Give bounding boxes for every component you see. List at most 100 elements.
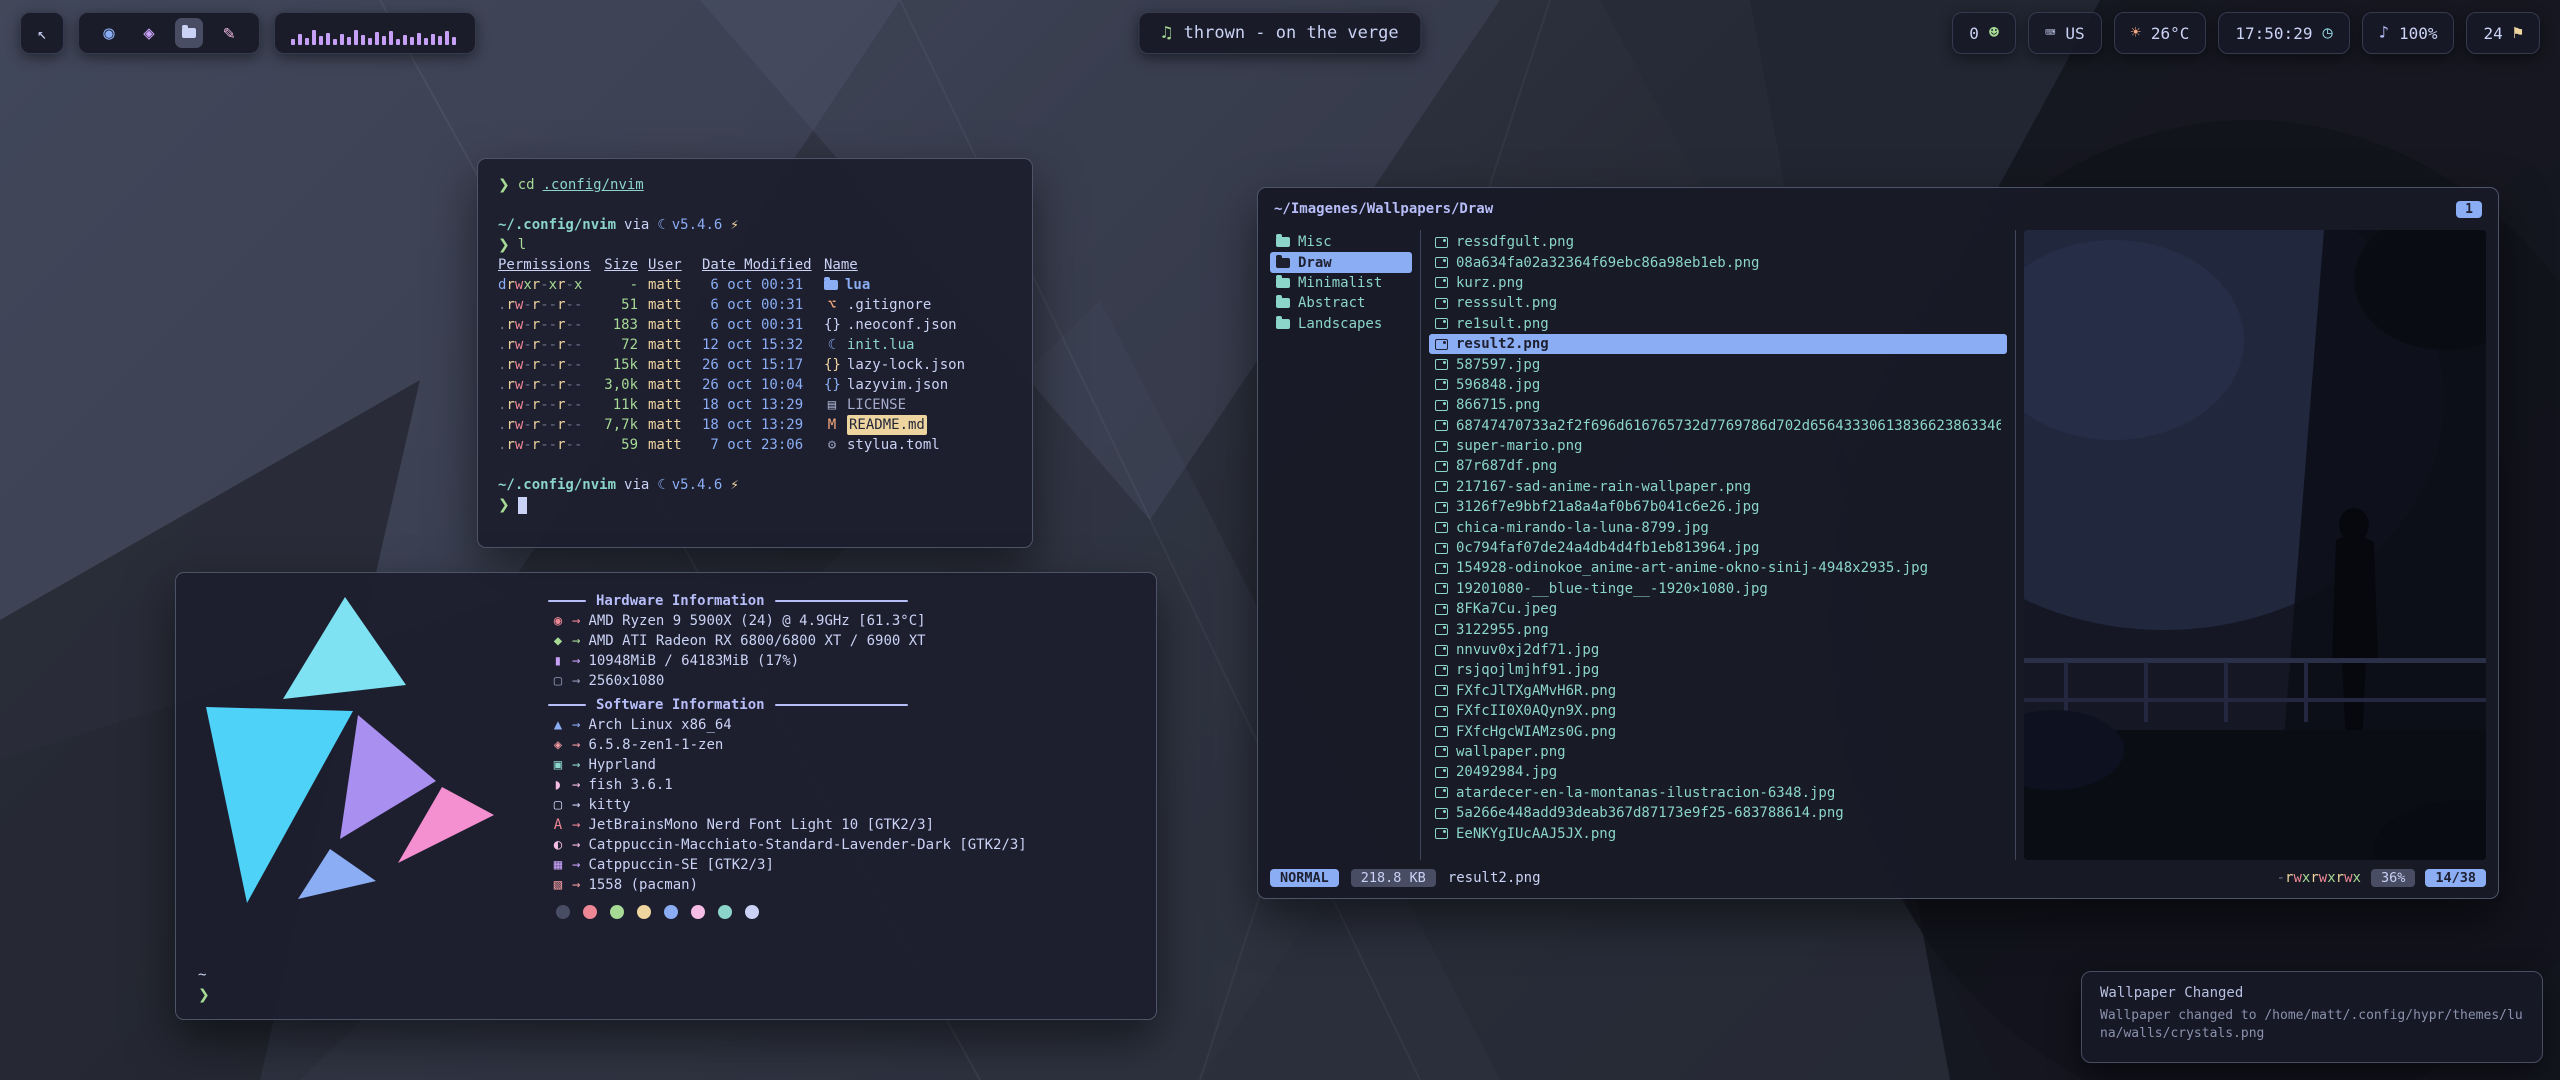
file-item[interactable]: 5a266e448add93deab367d87173e9f25-6837886…: [1429, 803, 2007, 823]
volume-icon: ♪: [2379, 23, 2389, 43]
app-icon[interactable]: ◈: [135, 18, 163, 48]
fetch-line-icon: ▣: [548, 757, 568, 773]
file-item[interactable]: resssult.png: [1429, 293, 2007, 313]
image-file-icon: [1435, 645, 1448, 656]
image-file-icon: [1435, 522, 1448, 533]
filetype-icon: {}: [824, 375, 840, 395]
file-item[interactable]: ressdfgult.png: [1429, 232, 2007, 252]
file-item[interactable]: chica-mirando-la-luna-8799.jpg: [1429, 517, 2007, 537]
updates-widget[interactable]: 0☻: [1952, 12, 2016, 54]
notifications-icon: ⚑: [2513, 23, 2523, 43]
fetch-line: ▲ → Arch Linux x86_64: [548, 715, 1134, 735]
file-item[interactable]: 596848.jpg: [1429, 375, 2007, 395]
media-player-widget[interactable]: ♫ thrown - on the verge: [1138, 12, 1421, 54]
fetch-line: A → JetBrainsMono Nerd Font Light 10 [GT…: [548, 815, 1134, 835]
listing-row: .rw-r--r-- 15k matt 26 oct 15:17 {}lazy-…: [498, 355, 1012, 375]
sidebar-folder-abstract[interactable]: Abstract: [1270, 293, 1412, 313]
image-file-icon: [1435, 502, 1448, 513]
sidebar-folder-minimalist[interactable]: Minimalist: [1270, 273, 1412, 293]
file-item[interactable]: result2.png: [1429, 334, 2007, 354]
file-item[interactable]: 20492984.jpg: [1429, 762, 2007, 782]
image-file-icon: [1435, 359, 1448, 370]
file-item[interactable]: 8FKa7Cu.jpeg: [1429, 599, 2007, 619]
software-section-title: Software Information: [548, 695, 908, 715]
clock-icon: ◷: [2322, 23, 2332, 43]
file-item[interactable]: kurz.png: [1429, 273, 2007, 293]
file-item[interactable]: super-mario.png: [1429, 436, 2007, 456]
notification-toast[interactable]: Wallpaper Changed Wallpaper changed to /…: [2081, 971, 2543, 1063]
file-item[interactable]: 3126f7e9bbf21a8a4af0b67b041c6e26.jpg: [1429, 497, 2007, 517]
file-item[interactable]: 866715.png: [1429, 395, 2007, 415]
launcher-button[interactable]: ↖: [20, 12, 64, 54]
image-file-icon: [1435, 543, 1448, 554]
list-command: l: [518, 235, 526, 255]
music-icon: ♫: [1161, 23, 1171, 43]
file-item[interactable]: 19201080-__blue-tinge__-1920×1080.jpg: [1429, 579, 2007, 599]
fetch-line-icon: A: [548, 817, 568, 833]
command-arg: .config/nvim: [543, 175, 644, 195]
starship-path: ~/.config/nvim: [498, 215, 616, 235]
lua-icon: ☾: [657, 475, 665, 495]
image-file-icon: [1435, 481, 1448, 492]
notifications-widget[interactable]: 24⚑: [2466, 12, 2540, 54]
file-manager-window[interactable]: ~/Imagenes/Wallpapers/Draw 1 Misc Draw M…: [1257, 187, 2499, 899]
file-item[interactable]: 3122955.png: [1429, 619, 2007, 639]
fetch-line: ▢ → kitty: [548, 795, 1134, 815]
file-item[interactable]: FXfcHgcWIAMzs0G.png: [1429, 721, 2007, 741]
sidebar-folder-landscapes[interactable]: Landscapes: [1270, 314, 1412, 334]
clock-widget[interactable]: 17:50:29◷: [2218, 12, 2349, 54]
starship-path: ~/.config/nvim: [498, 475, 616, 495]
sidebar-folder-draw[interactable]: Draw: [1270, 252, 1412, 272]
image-file-icon: [1435, 277, 1448, 288]
fetch-line: ◈ → 6.5.8-zen1-1-zen: [548, 735, 1134, 755]
file-item[interactable]: atardecer-en-la-montanas-ilustracion-634…: [1429, 783, 2007, 803]
palette-dot: [745, 905, 759, 919]
fetch-prompt-char: ❯: [198, 985, 210, 1005]
file-item[interactable]: 587597.jpg: [1429, 354, 2007, 374]
file-item[interactable]: re1sult.png: [1429, 314, 2007, 334]
fetch-window[interactable]: Hardware Information ◉ → AMD Ryzen 9 590…: [175, 572, 1157, 1020]
temperature-label: 26°C: [2151, 24, 2190, 43]
folder-sidebar: Misc Draw Minimalist Abstract Landscapes: [1270, 230, 1412, 860]
volume-widget[interactable]: ♪100%: [2362, 12, 2455, 54]
tab-badge[interactable]: 1: [2456, 201, 2482, 218]
file-item[interactable]: 68747470733a2f2f696d616765732d7769786d70…: [1429, 416, 2007, 436]
sidebar-folder-misc[interactable]: Misc: [1270, 232, 1412, 252]
file-item[interactable]: 0c794faf07de24a4db4d4fb1eb813964.jpg: [1429, 538, 2007, 558]
image-file-icon: [1435, 808, 1448, 819]
zap-icon: ⚡: [730, 475, 738, 495]
file-size-badge: 218.8 KB: [1351, 869, 1436, 887]
filetype-icon: M: [824, 415, 840, 435]
lua-version: v5.4.6: [672, 215, 723, 235]
files-icon[interactable]: [175, 18, 203, 48]
file-item[interactable]: rsjqojlmjhf91.jpg: [1429, 660, 2007, 680]
file-item[interactable]: FXfcII0X0AQyn9X.png: [1429, 701, 2007, 721]
file-item[interactable]: 08a634fa02a32364f69ebc86a98eb1eb.png: [1429, 252, 2007, 272]
filetype-icon: {}: [824, 315, 840, 335]
image-file-icon: [1435, 298, 1448, 309]
keyboard-layout-icon: ⌨: [2045, 23, 2055, 43]
terminal-cursor: [518, 497, 527, 514]
updates-label: 0: [1969, 24, 1979, 43]
filetype-icon: ⌥: [824, 295, 840, 315]
file-item[interactable]: 154928-odinokoe_anime-art-anime-okno-sin…: [1429, 558, 2007, 578]
terminal-window[interactable]: ❯cd.config/nvim ~/.config/nvimvia☾v5.4.6…: [477, 158, 1033, 548]
keyboard-layout-widget[interactable]: ⌨US: [2028, 12, 2102, 54]
file-item[interactable]: 87r687df.png: [1429, 456, 2007, 476]
image-file-icon: [1435, 441, 1448, 452]
image-preview: [2024, 230, 2486, 860]
image-file-icon: [1435, 461, 1448, 472]
image-file-icon: [1435, 706, 1448, 717]
file-list: ressdfgult.png 08a634fa02a32364f69ebc86a…: [1429, 230, 2007, 860]
file-item[interactable]: EeNKYgIUcAAJ5JX.png: [1429, 823, 2007, 843]
zap-icon: ⚡: [730, 215, 738, 235]
brush-icon[interactable]: ✎: [215, 18, 243, 48]
file-item[interactable]: 217167-sad-anime-rain-wallpaper.png: [1429, 477, 2007, 497]
file-item[interactable]: wallpaper.png: [1429, 742, 2007, 762]
file-item[interactable]: FXfcJlTXgAMvH6R.png: [1429, 681, 2007, 701]
listing-row: .rw-r--r-- 183 matt 6 oct 00:31 {}.neoco…: [498, 315, 1012, 335]
temperature-widget[interactable]: ☀26°C: [2114, 12, 2207, 54]
prompt-char: ❯: [498, 175, 510, 195]
file-item[interactable]: nnvuv0xj2df71.jpg: [1429, 640, 2007, 660]
browser-icon[interactable]: ◉: [95, 18, 123, 48]
